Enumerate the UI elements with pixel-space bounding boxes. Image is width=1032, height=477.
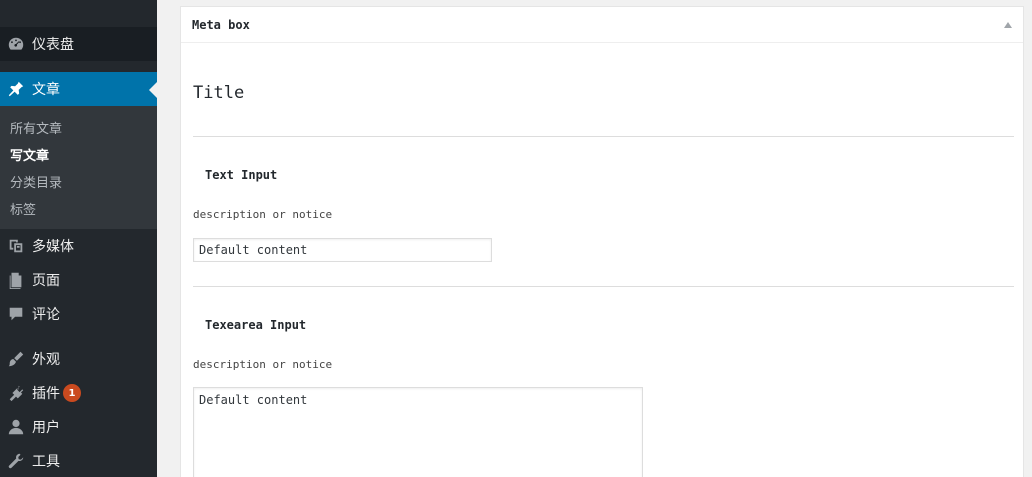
menu-item-media[interactable]: 多媒体	[0, 229, 157, 263]
menu-label-appearance: 外观	[32, 352, 60, 368]
user-icon	[0, 418, 32, 436]
menu-item-pages[interactable]: 页面	[0, 263, 157, 297]
menu-item-users[interactable]: 用户	[0, 410, 157, 444]
meta-box-header[interactable]: Meta box	[181, 7, 1023, 43]
menu-label-tools: 工具	[32, 454, 60, 470]
current-menu-arrow	[149, 82, 157, 98]
dashboard-icon	[0, 35, 32, 53]
section-title: Title	[193, 83, 245, 103]
textarea-input-field[interactable]: Default content	[193, 387, 643, 477]
menu-item-comments[interactable]: 评论	[0, 297, 157, 331]
textarea-input-description: description or notice	[193, 358, 333, 371]
media-icon	[0, 237, 32, 255]
meta-box: Meta box Title Text Input description or…	[180, 6, 1024, 477]
textarea-input-label: Texearea Input	[205, 318, 307, 332]
menu-item-tools[interactable]: 工具	[0, 444, 157, 477]
collapse-toggle-icon[interactable]	[1004, 21, 1012, 28]
menu-label-plugins: 插件	[32, 386, 60, 402]
wrench-icon	[0, 452, 32, 470]
comment-icon	[0, 305, 32, 323]
divider	[193, 136, 1014, 137]
menu-label-dashboard: 仪表盘	[32, 37, 74, 53]
menu-label-users: 用户	[32, 420, 60, 436]
menu-label-posts: 文章	[32, 82, 60, 98]
text-input-label: Text Input	[205, 168, 278, 182]
brush-icon	[0, 350, 32, 368]
submenu-tags[interactable]: 标签	[10, 199, 36, 218]
update-count-badge: 1	[63, 384, 81, 402]
menu-item-plugins[interactable]: 插件 1	[0, 376, 157, 410]
menu-item-appearance[interactable]: 外观	[0, 342, 157, 376]
divider	[193, 286, 1014, 287]
meta-box-title: Meta box	[192, 17, 250, 32]
submenu-all-posts[interactable]: 所有文章	[10, 118, 62, 137]
menu-label-comments: 评论	[32, 307, 60, 323]
menu-label-pages: 页面	[32, 273, 60, 289]
submenu-categories[interactable]: 分类目录	[10, 172, 62, 191]
plugin-icon	[0, 384, 32, 402]
pin-icon	[0, 80, 32, 98]
text-input-description: description or notice	[193, 208, 333, 221]
submenu-write-post[interactable]: 写文章	[10, 145, 49, 164]
posts-submenu: 所有文章 写文章 分类目录 标签	[0, 106, 157, 229]
admin-sidebar: 仪表盘 文章 所有文章 写文章 分类目录 标签 多媒体 页面 评论 外观 插件 …	[0, 0, 157, 477]
page-icon	[0, 271, 32, 289]
menu-item-dashboard[interactable]: 仪表盘	[0, 27, 157, 61]
menu-label-media: 多媒体	[32, 239, 74, 255]
menu-item-posts[interactable]: 文章	[0, 72, 157, 106]
text-input-field[interactable]	[193, 238, 492, 262]
